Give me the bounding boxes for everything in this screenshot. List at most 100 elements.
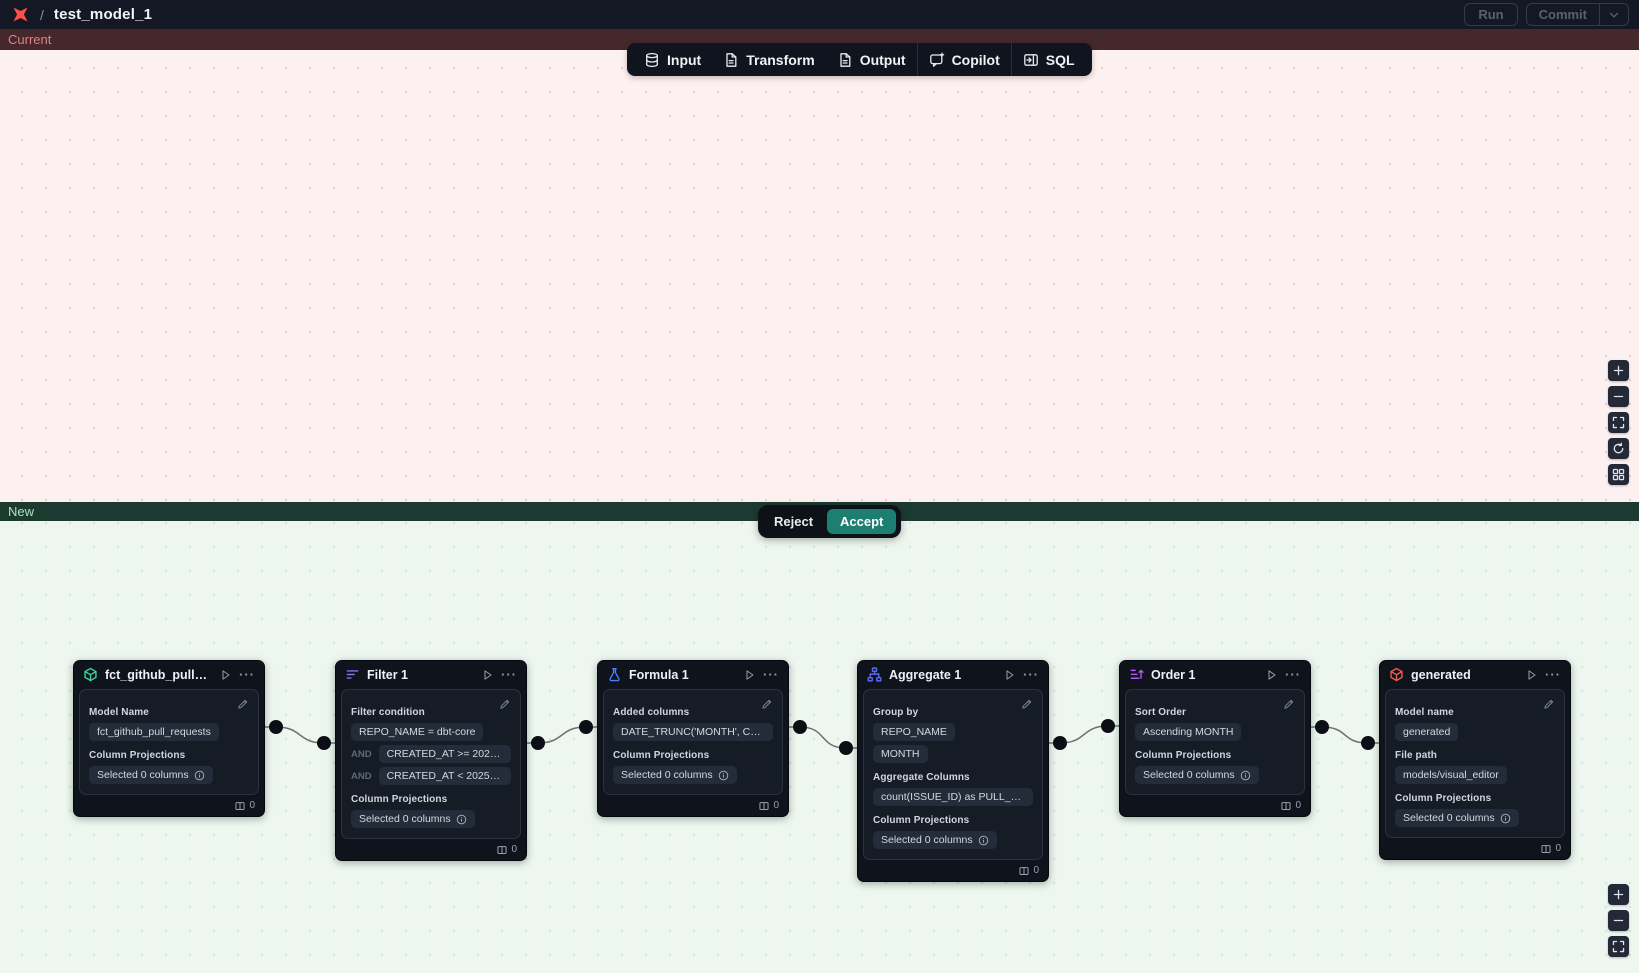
node-Aggregate 1[interactable]: Aggregate 1···Group byREPO_NAMEMONTHAggr… xyxy=(857,660,1049,882)
value-pill[interactable]: models/visual_editor xyxy=(1395,766,1507,784)
field-row: ANDCREATED_AT >= 2024-12-01 xyxy=(351,745,511,763)
sort-icon xyxy=(1129,667,1144,682)
edit-button[interactable] xyxy=(499,698,511,710)
node-run-button[interactable] xyxy=(220,669,232,681)
value-pill[interactable]: CREATED_AT < 2025-03-01 xyxy=(379,767,511,785)
edit-button[interactable] xyxy=(1283,698,1295,710)
edit-button[interactable] xyxy=(1543,698,1555,710)
accept-button[interactable]: Accept xyxy=(827,509,896,534)
reject-button[interactable]: Reject xyxy=(763,509,824,534)
reset-button[interactable] xyxy=(1608,438,1629,459)
field-row: Selected 0 columns xyxy=(1395,809,1555,827)
value-pill[interactable]: Selected 0 columns xyxy=(1395,809,1519,827)
value-pill[interactable]: Ascending MONTH xyxy=(1135,723,1241,741)
toolbar-input-label: Input xyxy=(667,52,701,68)
zoom-out-icon xyxy=(1612,914,1625,927)
node-Formula 1[interactable]: Formula 1···Added columnsDATE_TRUNC('MON… xyxy=(597,660,789,817)
node-Filter 1[interactable]: Filter 1···Filter conditionREPO_NAME = d… xyxy=(335,660,527,861)
node-field: Model namegenerated xyxy=(1395,707,1555,741)
column-count-badge[interactable]: 0 xyxy=(336,842,526,860)
edit-button[interactable] xyxy=(237,698,249,710)
column-count-badge[interactable]: 0 xyxy=(1380,841,1570,859)
field-label: Column Projections xyxy=(873,815,1033,826)
value-pill[interactable]: Selected 0 columns xyxy=(613,766,737,784)
fit-view-button[interactable] xyxy=(1608,412,1629,433)
node-title: generated xyxy=(1411,668,1519,682)
pill-text: models/visual_editor xyxy=(1403,769,1499,781)
node-menu-button[interactable]: ··· xyxy=(1545,670,1561,680)
node-menu-button[interactable]: ··· xyxy=(763,670,779,680)
zoom-in-button[interactable] xyxy=(1608,884,1629,905)
toolbar-sql-button[interactable]: SQL xyxy=(1012,43,1086,76)
minimap-button[interactable] xyxy=(1608,464,1629,485)
pill-text: Selected 0 columns xyxy=(1143,769,1235,781)
play-icon xyxy=(482,669,494,681)
column-count-badge[interactable]: 0 xyxy=(858,863,1048,881)
field-row: Selected 0 columns xyxy=(89,766,249,784)
value-pill[interactable]: fct_github_pull_requests xyxy=(89,723,219,741)
value-pill[interactable]: MONTH xyxy=(873,745,928,763)
pill-text: Selected 0 columns xyxy=(359,813,451,825)
diff-actions: Reject Accept xyxy=(758,505,901,538)
minimap-icon xyxy=(1612,468,1625,481)
node-field: File pathmodels/visual_editor xyxy=(1395,750,1555,784)
topbar-actions: Run Commit xyxy=(1464,3,1629,26)
run-button[interactable]: Run xyxy=(1464,3,1517,26)
node-generated[interactable]: generated ··· Model namegenerated File path… xyxy=(1379,660,1571,860)
value-pill[interactable]: generated xyxy=(1395,723,1458,741)
column-count-badge[interactable]: 0 xyxy=(1120,798,1310,816)
commit-button[interactable]: Commit xyxy=(1527,4,1599,25)
toolbar-copilot-button[interactable]: Copilot xyxy=(918,43,1011,76)
toolbar-output-button[interactable]: Output xyxy=(826,43,917,76)
node-menu-button[interactable]: ··· xyxy=(1285,670,1301,680)
edit-button[interactable] xyxy=(761,698,773,710)
toolbar-transform-button[interactable]: Transform xyxy=(712,43,825,76)
zoom-in-button[interactable] xyxy=(1608,360,1629,381)
top-bar: / test_model_1 Run Commit xyxy=(0,0,1639,29)
columns-icon xyxy=(1541,844,1551,854)
field-row: Selected 0 columns xyxy=(351,810,511,828)
info-icon xyxy=(978,835,989,846)
value-pill[interactable]: Selected 0 columns xyxy=(873,831,997,849)
zoom-out-button[interactable] xyxy=(1608,910,1629,931)
column-count-badge[interactable]: 0 xyxy=(74,798,264,816)
current-canvas[interactable] xyxy=(0,50,1639,502)
value-pill[interactable]: Selected 0 columns xyxy=(1135,766,1259,784)
value-pill[interactable]: REPO_NAME xyxy=(873,723,955,741)
node-run-button[interactable] xyxy=(744,669,756,681)
field-row: count(ISSUE_ID) as PULL_REQUEST_… xyxy=(873,788,1033,806)
value-pill[interactable]: REPO_NAME = dbt-core xyxy=(351,723,483,741)
edit-button[interactable] xyxy=(1021,698,1033,710)
value-pill[interactable]: count(ISSUE_ID) as PULL_REQUEST_… xyxy=(873,788,1033,806)
toolbar-input-button[interactable]: Input xyxy=(633,43,712,76)
commit-dropdown-button[interactable] xyxy=(1599,4,1628,25)
value-pill[interactable]: CREATED_AT >= 2024-12-01 xyxy=(379,745,511,763)
column-count: 0 xyxy=(1295,800,1301,811)
node-run-button[interactable] xyxy=(482,669,494,681)
pill-text: DATE_TRUNC('MONTH', CREATED_AT… xyxy=(621,726,765,738)
node-menu-button[interactable]: ··· xyxy=(501,670,517,680)
value-pill[interactable]: Selected 0 columns xyxy=(351,810,475,828)
zoom-out-icon xyxy=(1612,390,1625,403)
field-label: Group by xyxy=(873,707,1033,718)
node-Order 1[interactable]: Order 1···Sort OrderAscending MONTHColum… xyxy=(1119,660,1311,817)
fit-view-button[interactable] xyxy=(1608,936,1629,957)
column-count-badge[interactable]: 0 xyxy=(598,798,788,816)
new-canvas[interactable]: fct_github_pull_requests···Model Namefct… xyxy=(0,521,1639,973)
node-menu-button[interactable]: ··· xyxy=(1023,670,1039,680)
node-fct_github_pull_requests[interactable]: fct_github_pull_requests···Model Namefct… xyxy=(73,660,265,817)
node-run-button[interactable] xyxy=(1266,669,1278,681)
value-pill[interactable]: Selected 0 columns xyxy=(89,766,213,784)
node-menu-button[interactable]: ··· xyxy=(239,670,255,680)
pill-text: Selected 0 columns xyxy=(1403,812,1495,824)
value-pill[interactable]: DATE_TRUNC('MONTH', CREATED_AT… xyxy=(613,723,773,741)
model-cube-icon xyxy=(83,667,98,682)
field-label: Column Projections xyxy=(613,750,773,761)
node-run-button[interactable] xyxy=(1004,669,1016,681)
pill-text: REPO_NAME = dbt-core xyxy=(359,726,475,738)
node-run-button[interactable] xyxy=(1526,669,1538,681)
dbt-logo-icon[interactable] xyxy=(10,5,30,25)
pencil-icon xyxy=(1021,698,1033,710)
zoom-out-button[interactable] xyxy=(1608,386,1629,407)
sitemap-icon xyxy=(867,667,882,682)
